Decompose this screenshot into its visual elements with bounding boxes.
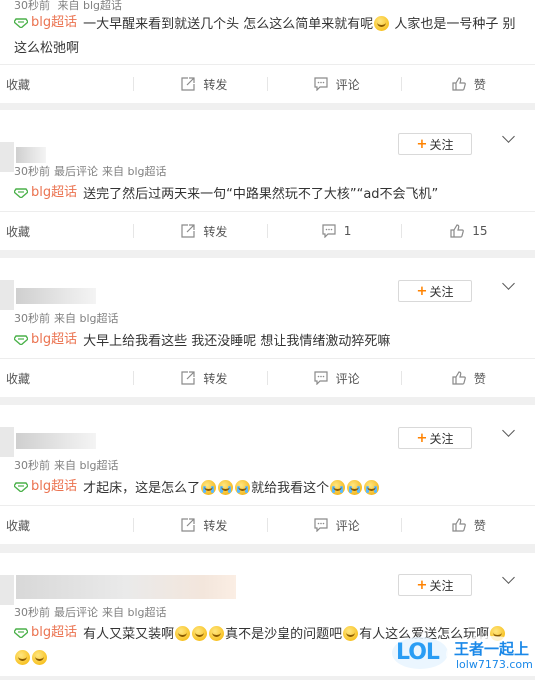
post-actions: 收藏 转发 评论 赞: [0, 505, 535, 544]
topic-link[interactable]: blg超话: [14, 181, 77, 205]
like-button[interactable]: 赞: [403, 65, 535, 103]
smile-emoji-icon: [175, 626, 191, 641]
post-card: 30秒前 来自 blg超话 blg超话 一大早醒来看到就送几个头 怎么这么简单来…: [0, 0, 535, 103]
comment-icon: [314, 518, 328, 532]
follow-button[interactable]: + 关注: [398, 133, 472, 155]
share-icon: [181, 77, 195, 91]
post-text: blg超话 一大早醒来看到就送几个头 怎么这么简单来就有呢 人家也是一号种子 别…: [14, 11, 521, 61]
post-actions: 收藏 转发 1 15: [0, 211, 535, 250]
fav-button[interactable]: 收藏: [0, 359, 138, 397]
topic-diamond-icon: [14, 188, 28, 198]
thumb-up-icon: [450, 224, 465, 238]
like-button[interactable]: 赞: [403, 359, 535, 397]
watermark-brand: 王者一起上: [454, 640, 530, 658]
user-name[interactable]: [16, 433, 96, 449]
plus-icon: +: [416, 283, 428, 299]
fav-button[interactable]: 收藏: [0, 506, 138, 544]
site-watermark: LOL 王者一起上 lolw7173.com: [390, 626, 535, 676]
post-meta: 30秒前 来自 blg超话: [14, 312, 119, 325]
topic-diamond-icon: [14, 335, 28, 345]
share-icon: [181, 518, 195, 532]
thumb-up-icon: [452, 77, 466, 91]
grin-emoji-icon: [374, 16, 390, 31]
crying-emoji-icon: [364, 480, 380, 495]
comment-icon: [314, 371, 328, 385]
post-actions: 收藏 转发 评论 赞: [0, 358, 535, 397]
smile-emoji-icon: [15, 650, 30, 665]
crying-emoji-icon: [218, 480, 234, 495]
chevron-down-icon[interactable]: [502, 424, 515, 437]
avatar[interactable]: [0, 427, 14, 457]
smile-emoji-icon: [32, 650, 47, 665]
smile-emoji-icon: [192, 626, 208, 641]
post-card: + 关注 30秒前 最后评论 来自 blg超话 blg超话 送完了然后过两天来一句“中路…: [0, 110, 535, 250]
thumb-up-icon: [452, 371, 466, 385]
share-icon: [181, 371, 195, 385]
like-count: 15: [472, 224, 488, 238]
share-button[interactable]: 转发: [138, 212, 270, 250]
topic-link[interactable]: blg超话: [14, 621, 77, 645]
post-text: blg超话 送完了然后过两天来一句“中路果然玩不了大核”“ad不会飞机”: [14, 181, 521, 207]
follow-button[interactable]: + 关注: [398, 280, 472, 302]
comment-button[interactable]: 评论: [271, 65, 403, 103]
follow-button[interactable]: + 关注: [398, 427, 472, 449]
plus-icon: +: [416, 430, 428, 446]
topic-link[interactable]: blg超话: [14, 328, 77, 352]
share-button[interactable]: 转发: [138, 506, 270, 544]
topic-diamond-icon: [14, 482, 28, 492]
crying-emoji-icon: [235, 480, 251, 495]
topic-link[interactable]: blg超话: [14, 475, 77, 499]
topic-diamond-icon: [14, 628, 28, 638]
post-meta: 30秒前 最后评论 来自 blg超话: [14, 606, 167, 619]
share-button[interactable]: 转发: [138, 359, 270, 397]
smile-emoji-icon: [343, 626, 359, 641]
fav-button[interactable]: 收藏: [0, 65, 138, 103]
watermark-lol: LOL: [396, 640, 440, 665]
avatar[interactable]: [0, 142, 14, 172]
topic-link[interactable]: blg超话: [14, 11, 77, 35]
post-card: + 关注 30秒前 来自 blg超话 blg超话 大早上给我看这些 我还没睡呢 想让我…: [0, 258, 535, 397]
comment-count: 1: [343, 224, 352, 238]
topic-diamond-icon: [14, 18, 28, 28]
user-name[interactable]: [16, 575, 236, 599]
smile-emoji-icon: [209, 626, 225, 641]
post-text: blg超话 才起床，这是怎么了 就给我看这个: [14, 475, 521, 501]
post-meta: 30秒前 最后评论 来自 blg超话: [14, 165, 167, 178]
crying-emoji-icon: [347, 480, 363, 495]
like-button[interactable]: 15: [403, 212, 535, 250]
follow-button[interactable]: + 关注: [398, 574, 472, 596]
fav-button[interactable]: 收藏: [0, 212, 138, 250]
post-actions: 收藏 转发 评论 赞: [0, 64, 535, 103]
user-name[interactable]: [16, 147, 46, 163]
post-card: + 关注 30秒前 来自 blg超话 blg超话 才起床，这是怎么了 就给我看这个 收藏…: [0, 405, 535, 544]
thumb-up-icon: [452, 518, 466, 532]
share-icon: [181, 224, 195, 238]
crying-emoji-icon: [330, 480, 346, 495]
chevron-down-icon[interactable]: [502, 130, 515, 143]
plus-icon: +: [416, 136, 428, 152]
comment-button[interactable]: 1: [271, 212, 403, 250]
share-button[interactable]: 转发: [138, 65, 270, 103]
crying-emoji-icon: [201, 480, 217, 495]
like-button[interactable]: 赞: [403, 506, 535, 544]
post-meta: 30秒前 来自 blg超话: [14, 459, 119, 472]
plus-icon: +: [416, 577, 428, 593]
comment-icon: [322, 224, 336, 238]
chevron-down-icon[interactable]: [502, 571, 515, 584]
avatar[interactable]: [0, 280, 14, 310]
user-name[interactable]: [16, 288, 96, 304]
avatar[interactable]: [0, 575, 14, 605]
comment-button[interactable]: 评论: [271, 359, 403, 397]
comment-button[interactable]: 评论: [271, 506, 403, 544]
watermark-url: lolw7173.com: [456, 658, 533, 671]
chevron-down-icon[interactable]: [502, 277, 515, 290]
comment-icon: [314, 77, 328, 91]
post-text: blg超话 大早上给我看这些 我还没睡呢 想让我情绪激动猝死嘛: [14, 328, 521, 354]
